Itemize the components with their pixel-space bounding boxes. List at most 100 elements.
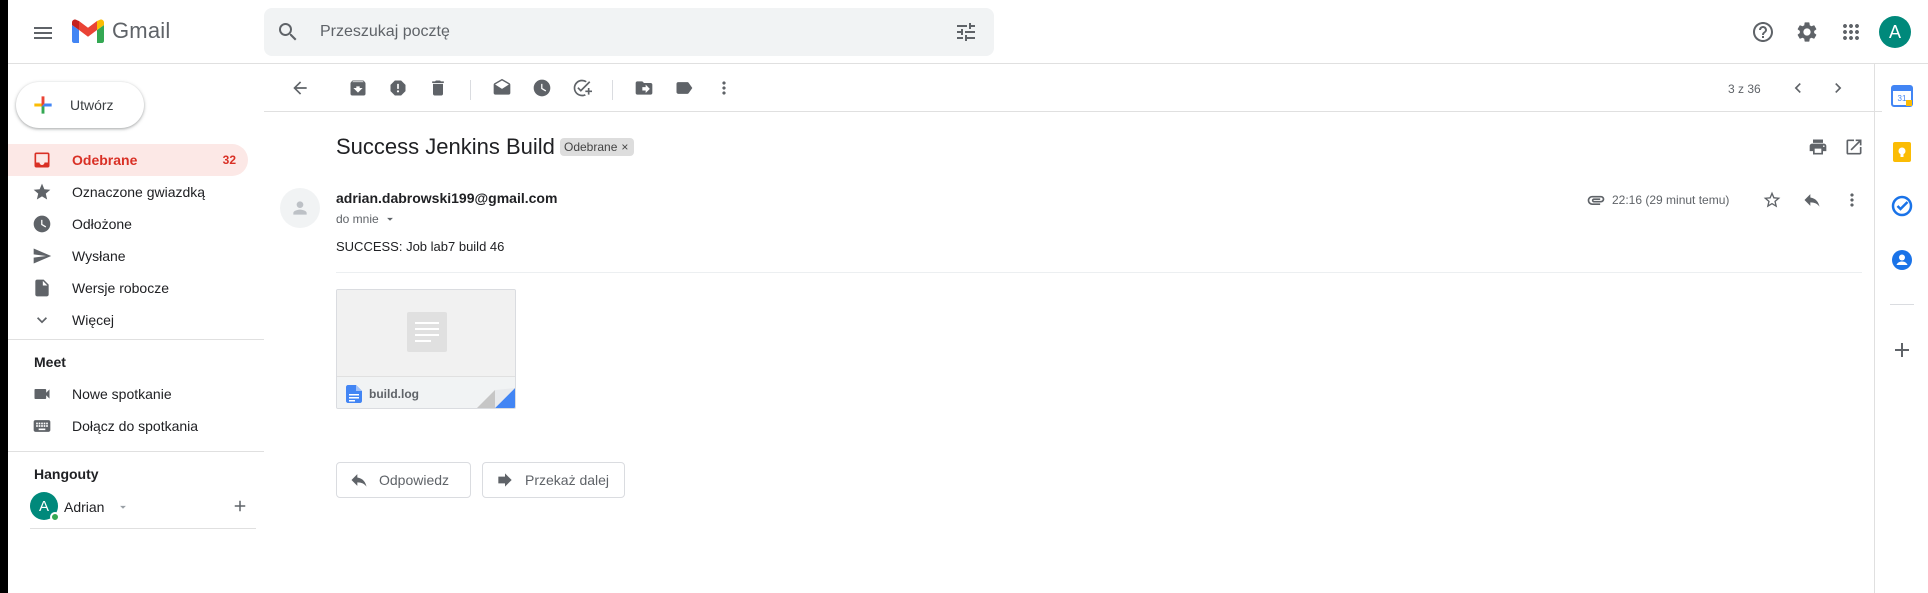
gmail-logo[interactable]: Gmail <box>72 18 170 44</box>
older-button[interactable] <box>1820 70 1856 106</box>
sidebar-divider <box>8 339 264 340</box>
sender-avatar[interactable] <box>280 188 320 228</box>
label-chip-text: Odebrane <box>564 140 618 154</box>
tasks-icon[interactable] <box>1890 194 1914 218</box>
send-icon <box>32 246 52 266</box>
hangouts-user-name: Adrian <box>64 499 105 515</box>
google-apps-button[interactable] <box>1831 12 1871 52</box>
sidebar-item-snoozed[interactable]: Odłożone <box>8 208 248 240</box>
sidebar-item-drafts[interactable]: Wersje robocze <box>8 272 248 304</box>
tune-icon <box>957 23 975 41</box>
delete-button[interactable] <box>420 70 456 106</box>
mark-unread-button[interactable] <box>484 70 520 106</box>
side-panel: 31 <box>1874 64 1928 593</box>
google-doc-icon <box>346 385 362 403</box>
compose-button[interactable]: Utwórz <box>16 82 144 128</box>
arrow-back-icon <box>293 81 307 95</box>
videocam-icon <box>32 384 52 404</box>
newer-button[interactable] <box>1780 70 1816 106</box>
star-outline-icon <box>1763 191 1781 208</box>
person-icon <box>293 201 307 215</box>
contacts-icon[interactable] <box>1890 248 1914 272</box>
back-button[interactable] <box>282 70 318 106</box>
settings-button[interactable] <box>1787 12 1827 52</box>
hangouts-section-title: Hangouty <box>34 466 99 482</box>
star-message-button[interactable] <box>1752 180 1792 220</box>
search-input[interactable] <box>320 20 880 44</box>
pagination-text: 3 z 36 <box>1728 82 1761 96</box>
sidebar-item-label: Nowe spotkanie <box>72 386 172 402</box>
sidebar-item-label: Wysłane <box>72 248 126 264</box>
inbox-icon <box>32 150 52 170</box>
help-button[interactable] <box>1743 12 1783 52</box>
hamburger-icon <box>34 27 52 39</box>
sidebar-item-new-meeting[interactable]: Nowe spotkanie <box>8 378 248 410</box>
chevron-left-icon <box>1794 83 1801 93</box>
dropdown-caret-icon[interactable] <box>116 500 130 514</box>
sidebar-item-label: Odłożone <box>72 216 132 232</box>
sender-email[interactable]: adrian.dabrowski199@gmail.com <box>336 190 557 206</box>
online-status-dot <box>50 512 60 522</box>
compose-label: Utwórz <box>70 97 114 113</box>
search-bar <box>264 8 994 56</box>
add-to-tasks-button[interactable] <box>564 70 600 106</box>
message-toolbar: 3 z 36 <box>264 68 1882 112</box>
add-addon-icon[interactable] <box>1890 338 1914 362</box>
sidebar-divider <box>8 451 264 452</box>
more-vert-icon <box>722 81 726 95</box>
add-contact-button[interactable] <box>228 494 252 518</box>
toolbar-separator <box>612 80 613 100</box>
open-in-new-window-button[interactable] <box>1834 127 1874 167</box>
more-actions-button[interactable] <box>706 70 742 106</box>
plus-icon <box>234 500 246 512</box>
report-spam-button[interactable] <box>380 70 416 106</box>
message-body: SUCCESS: Job lab7 build 46 <box>336 239 505 254</box>
recipient-line[interactable]: do mnie <box>336 212 397 226</box>
sidebar-item-sent[interactable]: Wysłane <box>8 240 248 272</box>
calendar-icon[interactable]: 31 <box>1890 84 1914 108</box>
trash-icon <box>432 80 444 96</box>
mark-unread-icon <box>493 78 511 95</box>
message-more-button[interactable] <box>1832 180 1872 220</box>
search-options-button[interactable] <box>946 12 986 52</box>
message-divider <box>336 272 1862 273</box>
hangouts-user[interactable]: A Adrian <box>30 492 260 522</box>
keep-icon[interactable] <box>1890 140 1914 164</box>
top-bar: Gmail A <box>8 0 1928 64</box>
main-menu-button[interactable] <box>23 13 63 53</box>
attachment-card[interactable]: build.log <box>336 289 516 409</box>
sidebar-item-join-meeting[interactable]: Dołącz do spotkania <box>8 410 248 442</box>
message-subject: Success Jenkins Build <box>336 134 555 159</box>
sidebar-item-more[interactable]: Więcej <box>8 304 248 336</box>
forward-action-button[interactable]: Przekaż dalej <box>482 462 625 498</box>
star-icon <box>32 182 52 202</box>
sidebar-item-label: Więcej <box>72 312 115 328</box>
print-icon <box>1809 139 1827 155</box>
reply-action-label: Odpowiedz <box>379 472 450 488</box>
label-icon <box>676 82 693 94</box>
unread-count: 32 <box>222 153 236 167</box>
sidebar-divider <box>30 528 256 529</box>
sidebar-item-inbox[interactable]: Odebrane 32 <box>8 144 248 176</box>
side-panel-divider <box>1890 304 1914 305</box>
move-to-button[interactable] <box>626 70 662 106</box>
remove-label-icon[interactable]: × <box>621 140 628 154</box>
labels-button[interactable] <box>666 70 702 106</box>
snooze-button[interactable] <box>524 70 560 106</box>
attachment-corner-fold <box>477 388 515 408</box>
archive-button[interactable] <box>340 70 376 106</box>
app-name: Gmail <box>112 18 171 43</box>
forward-action-label: Przekaż dalej <box>525 472 610 488</box>
sidebar-item-starred[interactable]: Oznaczone gwiazdką <box>8 176 248 208</box>
reply-action-button[interactable]: Odpowiedz <box>336 462 471 498</box>
sidebar-item-label: Wersje robocze <box>72 280 170 296</box>
reply-icon <box>1804 194 1820 207</box>
chevron-down-icon <box>32 310 52 330</box>
print-all-button[interactable] <box>1798 127 1838 167</box>
time-text: 22:16 (29 minut temu) <box>1612 193 1730 207</box>
attachment-name: build.log <box>369 387 419 401</box>
reply-button[interactable] <box>1792 180 1832 220</box>
account-avatar[interactable]: A <box>1879 16 1911 48</box>
search-icon[interactable] <box>276 20 300 44</box>
message-time: 22:16 (29 minut temu) <box>1586 190 1729 210</box>
